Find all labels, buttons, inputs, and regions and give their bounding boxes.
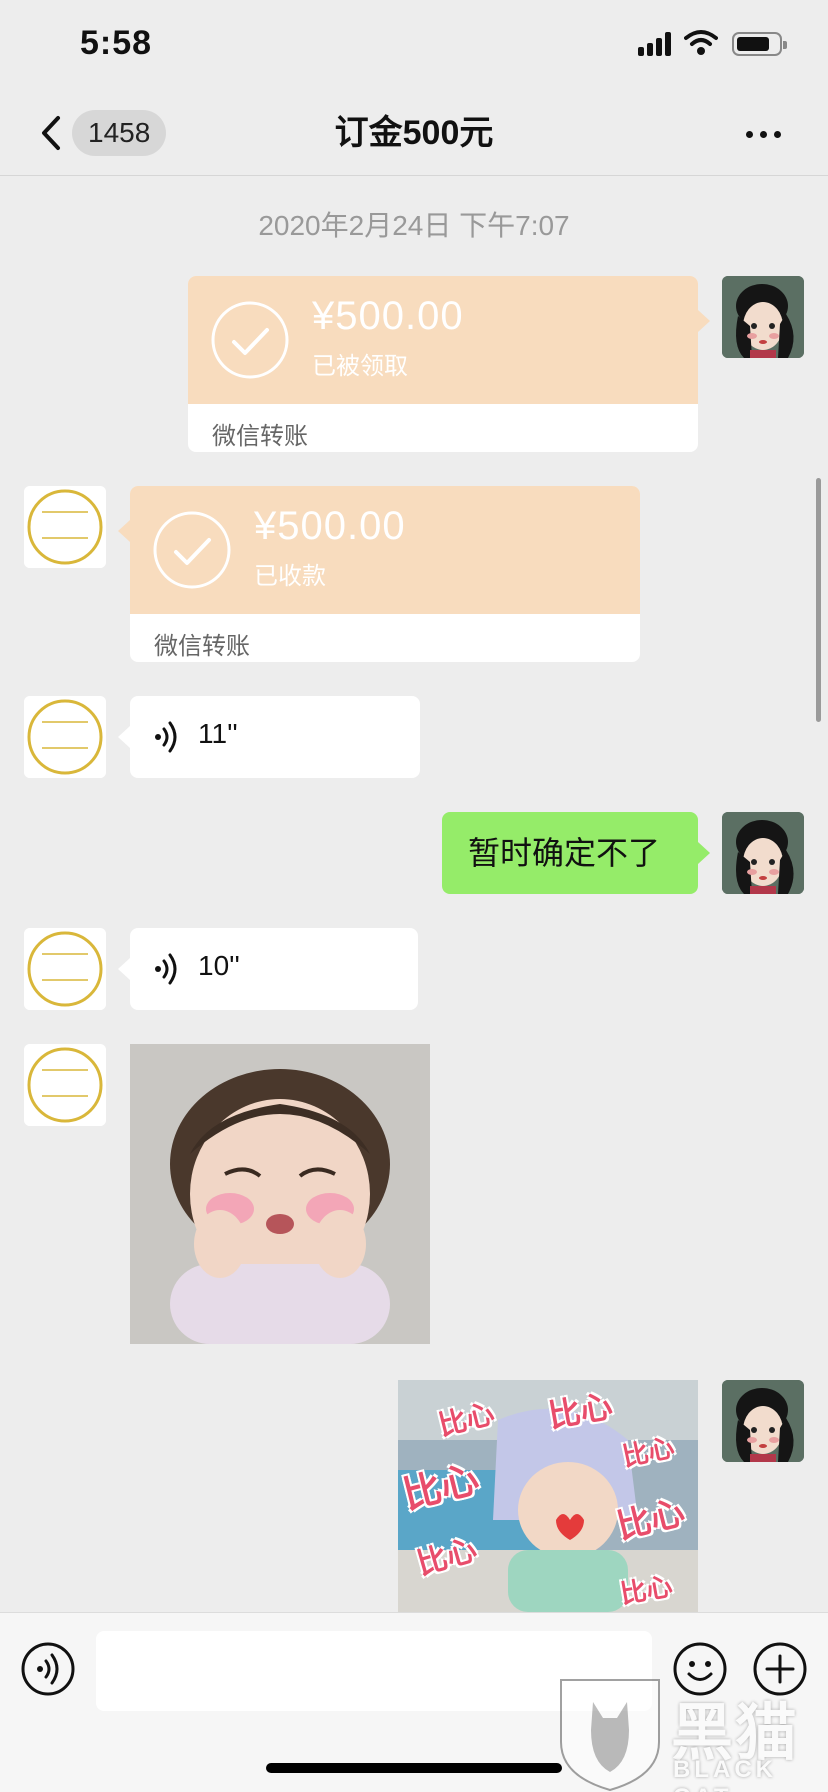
image-message-heart-hands[interactable]: 比心 比心 比心 比心 比心 比心 比心 [398, 1380, 698, 1612]
jur-logo-icon [24, 486, 106, 568]
transfer-label: 微信转账 [154, 633, 250, 660]
wifi-icon [684, 30, 718, 55]
voice-message[interactable]: 10'' [118, 928, 418, 1010]
contact-avatar[interactable] [24, 696, 106, 778]
check-circle-icon [153, 511, 231, 589]
transfer-label: 微信转账 [212, 423, 308, 450]
battery-icon [732, 32, 787, 56]
jur-logo-icon [24, 1044, 106, 1126]
lady-avatar-icon [722, 1380, 804, 1462]
watermark-text-en: BLACK CAT [673, 1756, 777, 1792]
transfer-status: 已被领取 [312, 353, 408, 380]
chat-timestamp: 2020年2月24日 下午7:07 [258, 210, 570, 241]
home-indicator[interactable] [266, 1763, 562, 1773]
status-bar: 5:58 [0, 0, 828, 92]
voice-duration: 10'' [198, 950, 240, 981]
cellular-signal-icon [638, 32, 674, 56]
more-options-icon[interactable] [742, 110, 786, 156]
transfer-card-header: ¥500.00 已被领取 [188, 276, 698, 404]
crying-baby-sticker-icon [130, 1044, 430, 1344]
jur-logo-icon [24, 928, 106, 1010]
transfer-card-outgoing[interactable]: ¥500.00 已被领取 微信转账 [188, 276, 710, 452]
nav-bar: 1458 订金500元 [0, 92, 828, 176]
voice-input-toggle-icon[interactable] [20, 1641, 76, 1697]
chat-title: 订金500元 [334, 114, 494, 152]
check-circle-icon [211, 301, 289, 379]
my-avatar[interactable] [722, 1380, 804, 1462]
jur-logo-icon [24, 696, 106, 778]
transfer-status: 已收款 [254, 563, 326, 590]
transfer-amount: ¥500.00 [312, 294, 464, 338]
voice-message[interactable]: 11'' [118, 696, 420, 778]
voice-wave-icon [155, 953, 177, 985]
image-message-baby[interactable] [130, 1044, 430, 1344]
text-message-outgoing[interactable]: 暂时确定不了 [442, 812, 710, 894]
transfer-amount: ¥500.00 [254, 504, 406, 548]
transfer-card-header: ¥500.00 已收款 [130, 486, 640, 614]
black-cat-watermark: 黑猫 BLACK CAT [555, 1672, 828, 1792]
cat-shield-icon [560, 1679, 660, 1792]
lady-avatar-icon [722, 276, 804, 358]
chat-screen: 5:58 1458 订金500元 2020年2月24日 下午7:07 ¥500.… [0, 0, 828, 1792]
contact-avatar[interactable] [24, 1044, 106, 1126]
status-time: 5:58 [80, 24, 153, 62]
voice-wave-icon [155, 721, 177, 753]
scroll-indicator[interactable] [816, 478, 821, 722]
contact-avatar[interactable] [24, 486, 106, 568]
lady-avatar-icon [722, 812, 804, 894]
my-avatar[interactable] [722, 276, 804, 358]
contact-avatar[interactable] [24, 928, 106, 1010]
message-text: 暂时确定不了 [468, 835, 661, 871]
voice-duration: 11'' [198, 718, 238, 749]
my-avatar[interactable] [722, 812, 804, 894]
transfer-card-incoming[interactable]: ¥500.00 已收款 微信转账 [118, 486, 640, 662]
